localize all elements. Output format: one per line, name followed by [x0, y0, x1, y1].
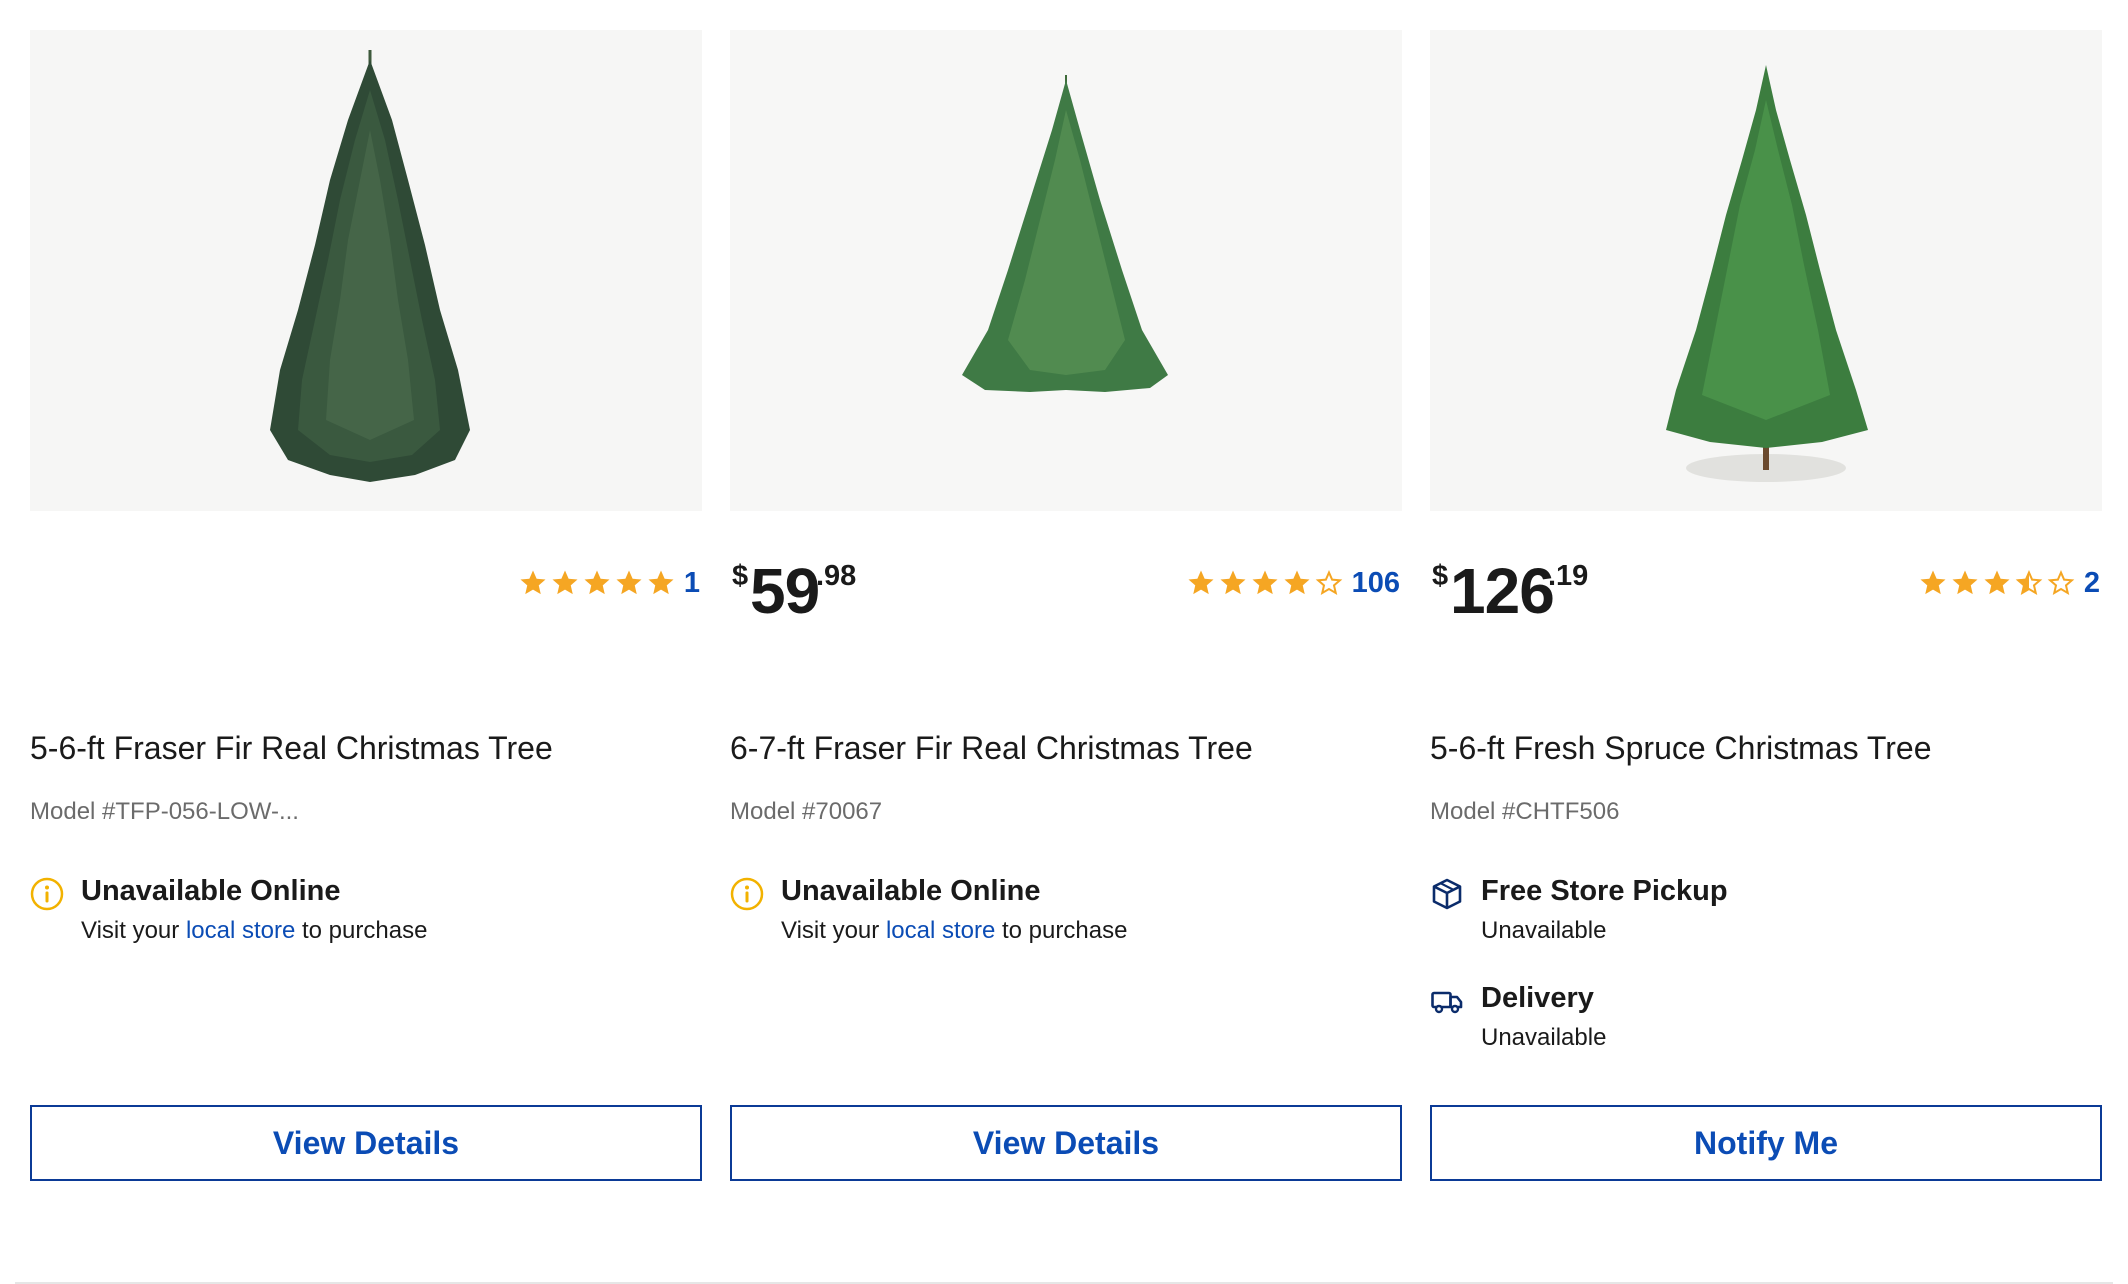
price-rating-row: $ 126 .19 2 — [1430, 511, 2102, 631]
subtext-suffix: to purchase — [995, 917, 1128, 944]
price-rating-row: 1 — [30, 511, 702, 631]
review-count[interactable]: 106 — [1352, 567, 1400, 600]
availability-subtext: Visit your local store to purchase — [81, 917, 427, 945]
spruce-tree-image — [1666, 65, 1868, 482]
subtext-prefix: Visit your — [81, 917, 186, 944]
price-dollars: 59 — [750, 555, 820, 627]
rating[interactable]: 106 — [1186, 565, 1400, 601]
notify-me-button[interactable]: Notify Me — [1430, 1105, 2102, 1181]
subtext-suffix: to purchase — [295, 917, 428, 944]
star-rating — [518, 568, 676, 598]
review-count[interactable]: 1 — [684, 567, 700, 600]
star-rating — [1918, 568, 2076, 598]
price-rating-row: $ 59 .98 106 — [730, 511, 1402, 631]
star-full-icon — [1952, 570, 1978, 595]
price-currency: $ — [1432, 560, 1449, 592]
star-full-icon — [1984, 570, 2010, 595]
availability-subtext: Unavailable — [1481, 1024, 1607, 1051]
star-full-icon — [616, 570, 642, 595]
review-count[interactable]: 2 — [2084, 567, 2100, 600]
subtext-prefix: Visit your — [781, 917, 886, 944]
price-currency: $ — [732, 560, 749, 592]
local-store-link[interactable]: local store — [186, 917, 295, 944]
star-full-icon — [520, 570, 546, 595]
model-number: Model #CHTF506 — [1430, 798, 1620, 825]
view-details-button[interactable]: View Details — [730, 1105, 1402, 1181]
view-details-button[interactable]: View Details — [30, 1105, 702, 1181]
product-card: $ 126 .19 2 5-6-ft Fresh Spruce Christma… — [1430, 30, 2102, 1181]
availability-heading: Delivery — [1481, 982, 1594, 1014]
star-full-icon — [552, 570, 578, 595]
star-rating — [1186, 568, 1344, 598]
model-number: Model #70067 — [730, 798, 883, 825]
star-empty-icon — [2047, 570, 2075, 596]
model-number: Model #TFP-056-LOW-... — [30, 798, 299, 825]
price-cents: .19 — [1548, 560, 1589, 592]
price-cents: .98 — [816, 560, 857, 592]
rating[interactable]: 2 — [1918, 565, 2100, 601]
product-title[interactable]: 6-7-ft Fraser Fir Real Christmas Tree — [730, 730, 1253, 767]
availability-heading: Free Store Pickup — [1481, 875, 1728, 907]
star-empty-icon — [1315, 570, 1342, 596]
rating[interactable]: 1 — [518, 565, 700, 601]
store-pickup-icon — [1430, 877, 1464, 911]
product-title[interactable]: 5-6-ft Fresh Spruce Christmas Tree — [1430, 730, 1931, 767]
availability-heading: Unavailable Online — [81, 875, 341, 907]
availability-subtext: Unavailable — [1481, 917, 1607, 944]
fraser-fir-tree-image — [270, 50, 470, 482]
star-full-icon — [1284, 570, 1310, 595]
price-dollars: 126 — [1450, 555, 1555, 627]
product-image[interactable] — [30, 30, 702, 511]
availability-heading: Unavailable Online — [781, 875, 1041, 907]
fraser-fir-tree-image — [730, 30, 1402, 511]
local-store-link[interactable]: local store — [886, 917, 995, 944]
product-title[interactable]: 5-6-ft Fraser Fir Real Christmas Tree — [30, 730, 553, 767]
product-image[interactable] — [730, 30, 1402, 511]
star-full-icon — [1220, 570, 1246, 595]
info-icon — [730, 877, 764, 911]
availability-subtext: Visit your local store to purchase — [781, 917, 1127, 945]
product-image[interactable] — [1430, 30, 2102, 511]
star-full-icon — [648, 570, 674, 595]
star-full-icon — [1252, 570, 1278, 595]
star-full-icon — [584, 570, 610, 595]
star-full-icon — [1920, 570, 1946, 595]
info-icon — [30, 877, 64, 911]
product-card: 1 5-6-ft Fraser Fir Real Christmas Tree … — [30, 30, 702, 1181]
product-card: $ 59 .98 106 6-7-ft Fraser Fir Real Chri… — [730, 30, 1402, 1181]
star-half-icon — [2015, 570, 2043, 596]
star-full-icon — [1188, 570, 1214, 595]
delivery-truck-icon — [1430, 984, 1464, 1018]
